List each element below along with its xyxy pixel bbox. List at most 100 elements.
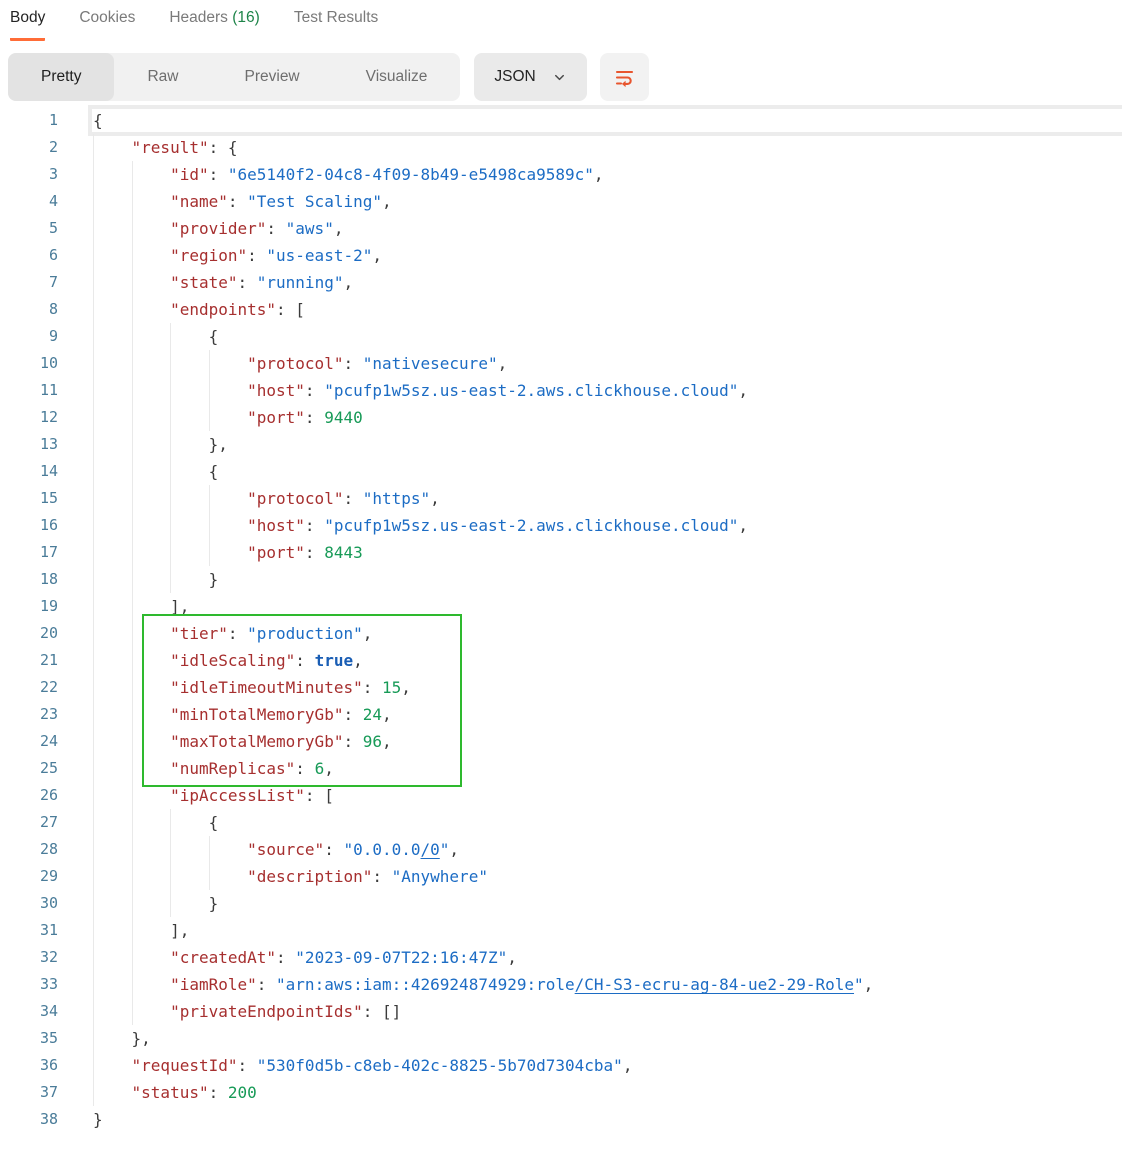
line-number: 22 bbox=[0, 674, 58, 701]
indent-guide bbox=[170, 485, 209, 512]
indent-guide bbox=[132, 701, 171, 728]
json-key: "minTotalMemoryGb" bbox=[170, 705, 343, 724]
indent-guide bbox=[93, 377, 132, 404]
indent-guide bbox=[93, 998, 132, 1025]
json-key: "protocol" bbox=[247, 489, 343, 508]
line-number: 12 bbox=[0, 404, 58, 431]
wrap-text-button[interactable] bbox=[600, 53, 649, 101]
indent-guide bbox=[132, 863, 171, 890]
code-line-content: "source": "0.0.0.0/0", bbox=[58, 836, 1122, 863]
json-key: "iamRole" bbox=[170, 975, 257, 994]
indent-guide bbox=[132, 458, 171, 485]
indent-guide bbox=[170, 350, 209, 377]
code-line: 22"idleTimeoutMinutes": 15, bbox=[0, 674, 1122, 701]
code-line-content: "privateEndpointIds": [] bbox=[58, 998, 1122, 1025]
json-punctuation: : bbox=[295, 759, 314, 778]
code-line-content: "maxTotalMemoryGb": 96, bbox=[58, 728, 1122, 755]
view-preview-button[interactable]: Preview bbox=[212, 53, 333, 101]
json-string: "Test Scaling" bbox=[247, 192, 382, 211]
response-body-editor[interactable]: 1{2"result": {3"id": "6e5140f2-04c8-4f09… bbox=[0, 107, 1122, 1133]
code-line-content: } bbox=[58, 1106, 1122, 1133]
code-line: 19], bbox=[0, 593, 1122, 620]
json-string: "us-east-2" bbox=[266, 246, 372, 265]
code-line-content: "minTotalMemoryGb": 24, bbox=[58, 701, 1122, 728]
json-string: "pcufp1w5sz.us-east-2.aws.clickhouse.clo… bbox=[324, 516, 738, 535]
indent-guide bbox=[170, 512, 209, 539]
view-raw-button[interactable]: Raw bbox=[114, 53, 211, 101]
code-line-content: "iamRole": "arn:aws:iam::426924874929:ro… bbox=[58, 971, 1122, 998]
tab-cookies[interactable]: Cookies bbox=[79, 9, 135, 41]
code-line: 27{ bbox=[0, 809, 1122, 836]
tab-headers-label: Headers bbox=[169, 9, 228, 26]
json-punctuation: , bbox=[623, 1056, 633, 1075]
line-number: 24 bbox=[0, 728, 58, 755]
language-select[interactable]: JSON bbox=[474, 53, 586, 101]
tab-test-results[interactable]: Test Results bbox=[294, 9, 378, 41]
json-punctuation: : bbox=[257, 975, 276, 994]
indent-guide bbox=[93, 863, 132, 890]
json-punctuation: , bbox=[372, 246, 382, 265]
line-number: 7 bbox=[0, 269, 58, 296]
json-punctuation: , bbox=[324, 759, 334, 778]
code-line-content: "name": "Test Scaling", bbox=[58, 188, 1122, 215]
code-line-content: "region": "us-east-2", bbox=[58, 242, 1122, 269]
headers-count-badge: (16) bbox=[232, 9, 260, 26]
indent-guide bbox=[93, 539, 132, 566]
line-number: 38 bbox=[0, 1106, 58, 1133]
code-line: 25"numReplicas": 6, bbox=[0, 755, 1122, 782]
indent-guide bbox=[132, 809, 171, 836]
code-line-content: "host": "pcufp1w5sz.us-east-2.aws.clickh… bbox=[58, 512, 1122, 539]
indent-guide bbox=[170, 890, 209, 917]
code-line-content: "provider": "aws", bbox=[58, 215, 1122, 242]
view-pretty-button[interactable]: Pretty bbox=[8, 53, 114, 101]
indent-guide bbox=[132, 485, 171, 512]
line-number: 36 bbox=[0, 1052, 58, 1079]
json-punctuation: , bbox=[382, 732, 392, 751]
json-key: "provider" bbox=[170, 219, 266, 238]
json-punctuation: : bbox=[276, 948, 295, 967]
code-line: 26"ipAccessList": [ bbox=[0, 782, 1122, 809]
json-punctuation: { bbox=[93, 111, 103, 130]
indent-guide bbox=[93, 242, 132, 269]
json-string: "aws" bbox=[286, 219, 334, 238]
json-string-link[interactable]: /0 bbox=[421, 840, 440, 859]
json-punctuation: , bbox=[738, 381, 748, 400]
line-number: 10 bbox=[0, 350, 58, 377]
json-punctuation: } bbox=[209, 570, 219, 589]
json-key: "host" bbox=[247, 381, 305, 400]
indent-guide bbox=[170, 458, 209, 485]
code-line-content: "protocol": "https", bbox=[58, 485, 1122, 512]
indent-guide bbox=[132, 917, 171, 944]
line-number: 17 bbox=[0, 539, 58, 566]
line-number: 35 bbox=[0, 1025, 58, 1052]
json-punctuation: : bbox=[209, 1083, 228, 1102]
json-string-link[interactable]: /CH-S3-ecru-ag-84-ue2-29-Role bbox=[575, 975, 854, 994]
line-number: 11 bbox=[0, 377, 58, 404]
json-number: 6 bbox=[315, 759, 325, 778]
indent-guide bbox=[93, 215, 132, 242]
view-visualize-button[interactable]: Visualize bbox=[333, 53, 461, 101]
indent-guide bbox=[132, 593, 171, 620]
indent-guide bbox=[132, 350, 171, 377]
response-tab-bar: Body Cookies Headers (16) Test Results bbox=[0, 0, 1122, 41]
line-number: 14 bbox=[0, 458, 58, 485]
indent-guide bbox=[93, 917, 132, 944]
json-punctuation: : [ bbox=[305, 786, 334, 805]
tab-headers[interactable]: Headers (16) bbox=[169, 9, 259, 41]
json-punctuation: : [] bbox=[363, 1002, 402, 1021]
line-number: 15 bbox=[0, 485, 58, 512]
indent-guide bbox=[93, 944, 132, 971]
json-string: "530f0d5b-c8eb-402c-8825-5b70d7304cba" bbox=[257, 1056, 623, 1075]
indent-guide bbox=[132, 404, 171, 431]
indent-guide bbox=[132, 620, 171, 647]
tab-body[interactable]: Body bbox=[10, 9, 45, 41]
code-line-content: }, bbox=[58, 1025, 1122, 1052]
json-punctuation: } bbox=[209, 894, 219, 913]
code-line-content: } bbox=[58, 890, 1122, 917]
line-number: 34 bbox=[0, 998, 58, 1025]
line-number: 18 bbox=[0, 566, 58, 593]
json-punctuation: : { bbox=[209, 138, 238, 157]
indent-guide bbox=[93, 647, 132, 674]
code-line: 34"privateEndpointIds": [] bbox=[0, 998, 1122, 1025]
json-key: "result" bbox=[132, 138, 209, 157]
